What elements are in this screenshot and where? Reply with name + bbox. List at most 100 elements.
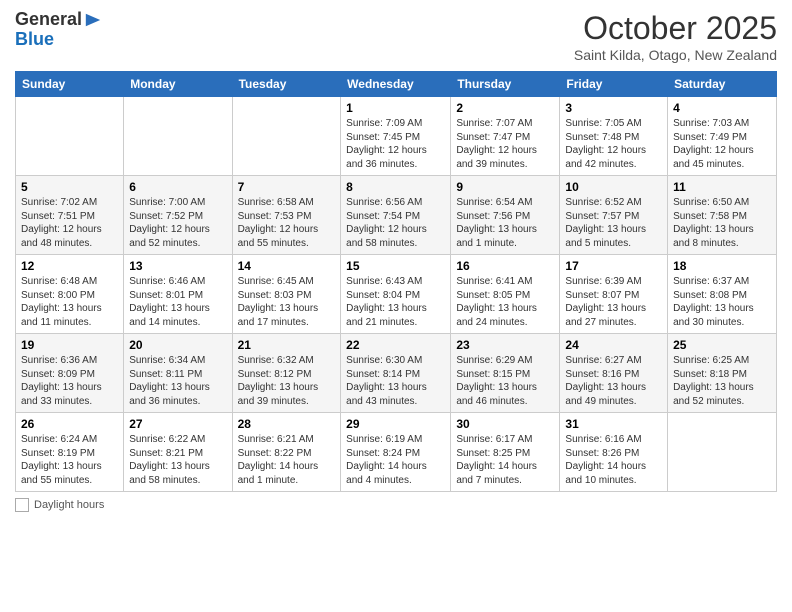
calendar-cell: 4 Sunrise: 7:03 AM Sunset: 7:49 PM Daylig… [668, 97, 777, 176]
day-info: Sunrise: 6:30 AM Sunset: 8:14 PM Dayligh… [346, 354, 445, 408]
calendar-cell: 19 Sunrise: 6:36 AM Sunset: 8:09 PM Dayli… [16, 334, 124, 413]
weekday-header-monday: Monday [124, 72, 232, 97]
day-info: Sunrise: 6:32 AM Sunset: 8:12 PM Dayligh… [238, 354, 336, 408]
weekday-header-friday: Friday [560, 72, 668, 97]
week-row-3: 12 Sunrise: 6:48 AM Sunset: 8:00 PM Dayli… [16, 255, 777, 334]
day-info: Sunrise: 6:19 AM Sunset: 8:24 PM Dayligh… [346, 433, 445, 487]
calendar-cell: 23 Sunrise: 6:29 AM Sunset: 8:15 PM Dayli… [451, 334, 560, 413]
day-info: Sunrise: 6:36 AM Sunset: 8:09 PM Dayligh… [21, 354, 118, 408]
calendar-cell: 20 Sunrise: 6:34 AM Sunset: 8:11 PM Dayli… [124, 334, 232, 413]
calendar-cell: 27 Sunrise: 6:22 AM Sunset: 8:21 PM Dayli… [124, 413, 232, 492]
footer: Daylight hours [15, 498, 777, 512]
week-row-2: 5 Sunrise: 7:02 AM Sunset: 7:51 PM Daylig… [16, 176, 777, 255]
day-info: Sunrise: 7:09 AM Sunset: 7:45 PM Dayligh… [346, 117, 445, 171]
calendar-cell: 28 Sunrise: 6:21 AM Sunset: 8:22 PM Dayli… [232, 413, 341, 492]
day-info: Sunrise: 6:58 AM Sunset: 7:53 PM Dayligh… [238, 196, 336, 250]
weekday-header-sunday: Sunday [16, 72, 124, 97]
calendar-cell: 2 Sunrise: 7:07 AM Sunset: 7:47 PM Daylig… [451, 97, 560, 176]
calendar-cell: 17 Sunrise: 6:39 AM Sunset: 8:07 PM Dayli… [560, 255, 668, 334]
day-info: Sunrise: 6:17 AM Sunset: 8:25 PM Dayligh… [456, 433, 554, 487]
calendar-cell: 14Sunrise: 6:45 AM Sunset: 8:03 PM Dayli… [232, 255, 341, 334]
day-info: Sunrise: 7:07 AM Sunset: 7:47 PM Dayligh… [456, 117, 554, 171]
day-number: 16 [456, 259, 554, 273]
day-info: Sunrise: 6:48 AM Sunset: 8:00 PM Dayligh… [21, 275, 118, 329]
calendar-cell: 30Sunrise: 6:17 AM Sunset: 8:25 PM Dayli… [451, 413, 560, 492]
calendar-cell: 16 Sunrise: 6:41 AM Sunset: 8:05 PM Dayli… [451, 255, 560, 334]
day-number: 10 [565, 180, 662, 194]
calendar-cell [668, 413, 777, 492]
calendar-cell: 6Sunrise: 7:00 AM Sunset: 7:52 PM Daylig… [124, 176, 232, 255]
weekday-header-wednesday: Wednesday [341, 72, 451, 97]
day-info: Sunrise: 6:39 AM Sunset: 8:07 PM Dayligh… [565, 275, 662, 329]
day-info: Sunrise: 6:29 AM Sunset: 8:15 PM Dayligh… [456, 354, 554, 408]
day-number: 2 [456, 101, 554, 115]
logo-text: General Blue [15, 10, 102, 50]
week-row-1: 1 Sunrise: 7:09 AM Sunset: 7:45 PM Daylig… [16, 97, 777, 176]
calendar-cell: 18 Sunrise: 6:37 AM Sunset: 8:08 PM Dayli… [668, 255, 777, 334]
day-number: 18 [673, 259, 771, 273]
day-number: 28 [238, 417, 336, 431]
title-block: October 2025 Saint Kilda, Otago, New Zea… [574, 10, 777, 63]
day-number: 20 [129, 338, 226, 352]
logo-general: General [15, 10, 82, 30]
calendar-cell [124, 97, 232, 176]
calendar-cell: 3 Sunrise: 7:05 AM Sunset: 7:48 PM Daylig… [560, 97, 668, 176]
day-info: Sunrise: 7:05 AM Sunset: 7:48 PM Dayligh… [565, 117, 662, 171]
day-number: 23 [456, 338, 554, 352]
header: General Blue October 2025 Saint Kilda, O… [15, 10, 777, 63]
calendar-cell: 31 Sunrise: 6:16 AM Sunset: 8:26 PM Dayli… [560, 413, 668, 492]
calendar-cell: 11Sunrise: 6:50 AM Sunset: 7:58 PM Dayli… [668, 176, 777, 255]
calendar-cell: 15Sunrise: 6:43 AM Sunset: 8:04 PM Dayli… [341, 255, 451, 334]
day-info: Sunrise: 6:34 AM Sunset: 8:11 PM Dayligh… [129, 354, 226, 408]
day-info: Sunrise: 6:46 AM Sunset: 8:01 PM Dayligh… [129, 275, 226, 329]
day-info: Sunrise: 6:43 AM Sunset: 8:04 PM Dayligh… [346, 275, 445, 329]
calendar-cell: 12 Sunrise: 6:48 AM Sunset: 8:00 PM Dayli… [16, 255, 124, 334]
weekday-header-thursday: Thursday [451, 72, 560, 97]
daylight-box [15, 498, 29, 512]
day-number: 25 [673, 338, 771, 352]
day-number: 21 [238, 338, 336, 352]
calendar-cell: 25Sunrise: 6:25 AM Sunset: 8:18 PM Dayli… [668, 334, 777, 413]
day-number: 1 [346, 101, 445, 115]
calendar-cell [16, 97, 124, 176]
day-number: 7 [238, 180, 336, 194]
day-number: 8 [346, 180, 445, 194]
logo: General Blue [15, 10, 102, 50]
week-row-4: 19 Sunrise: 6:36 AM Sunset: 8:09 PM Dayli… [16, 334, 777, 413]
day-info: Sunrise: 7:03 AM Sunset: 7:49 PM Dayligh… [673, 117, 771, 171]
day-number: 5 [21, 180, 118, 194]
week-row-5: 26 Sunrise: 6:24 AM Sunset: 8:19 PM Dayli… [16, 413, 777, 492]
weekday-header-tuesday: Tuesday [232, 72, 341, 97]
day-info: Sunrise: 6:41 AM Sunset: 8:05 PM Dayligh… [456, 275, 554, 329]
calendar-cell: 8 Sunrise: 6:56 AM Sunset: 7:54 PM Daylig… [341, 176, 451, 255]
day-info: Sunrise: 6:56 AM Sunset: 7:54 PM Dayligh… [346, 196, 445, 250]
calendar-cell: 29Sunrise: 6:19 AM Sunset: 8:24 PM Dayli… [341, 413, 451, 492]
day-number: 3 [565, 101, 662, 115]
day-number: 31 [565, 417, 662, 431]
day-number: 17 [565, 259, 662, 273]
day-info: Sunrise: 6:50 AM Sunset: 7:58 PM Dayligh… [673, 196, 771, 250]
calendar-cell: 9 Sunrise: 6:54 AM Sunset: 7:56 PM Daylig… [451, 176, 560, 255]
calendar-cell: 24 Sunrise: 6:27 AM Sunset: 8:16 PM Dayli… [560, 334, 668, 413]
daylight-label: Daylight hours [34, 499, 104, 511]
day-info: Sunrise: 6:54 AM Sunset: 7:56 PM Dayligh… [456, 196, 554, 250]
day-number: 4 [673, 101, 771, 115]
day-info: Sunrise: 7:02 AM Sunset: 7:51 PM Dayligh… [21, 196, 118, 250]
month-title: October 2025 [574, 10, 777, 47]
logo-blue: Blue [15, 29, 54, 49]
day-number: 26 [21, 417, 118, 431]
day-info: Sunrise: 6:24 AM Sunset: 8:19 PM Dayligh… [21, 433, 118, 487]
weekday-header-saturday: Saturday [668, 72, 777, 97]
day-info: Sunrise: 6:37 AM Sunset: 8:08 PM Dayligh… [673, 275, 771, 329]
day-number: 19 [21, 338, 118, 352]
day-info: Sunrise: 6:21 AM Sunset: 8:22 PM Dayligh… [238, 433, 336, 487]
day-number: 12 [21, 259, 118, 273]
day-info: Sunrise: 6:22 AM Sunset: 8:21 PM Dayligh… [129, 433, 226, 487]
day-info: Sunrise: 6:16 AM Sunset: 8:26 PM Dayligh… [565, 433, 662, 487]
day-number: 27 [129, 417, 226, 431]
day-number: 9 [456, 180, 554, 194]
calendar-cell: 22Sunrise: 6:30 AM Sunset: 8:14 PM Dayli… [341, 334, 451, 413]
page: General Blue October 2025 Saint Kilda, O… [0, 0, 792, 612]
day-info: Sunrise: 6:27 AM Sunset: 8:16 PM Dayligh… [565, 354, 662, 408]
day-number: 24 [565, 338, 662, 352]
